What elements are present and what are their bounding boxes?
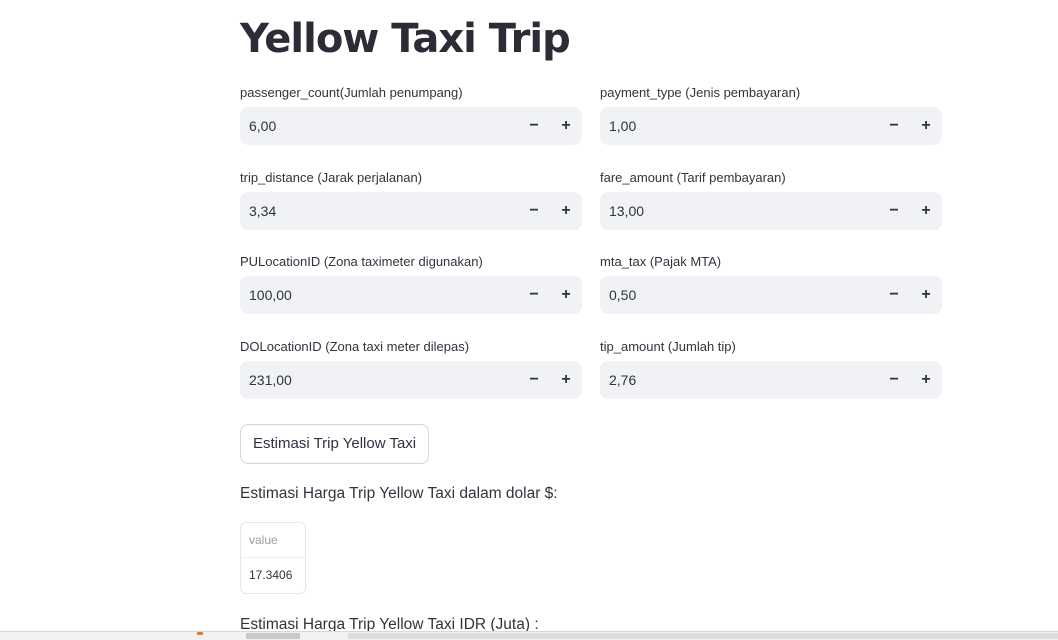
number-input-value[interactable]: 3,34: [240, 203, 518, 219]
increment-button[interactable]: +: [910, 361, 942, 399]
horizontal-scrollbar[interactable]: [0, 631, 1058, 640]
number-input-mta-tax[interactable]: 0,50 − +: [600, 276, 942, 314]
increment-button[interactable]: +: [910, 192, 942, 230]
increment-button[interactable]: +: [910, 276, 942, 314]
number-input-dolocationid[interactable]: 231,00 − +: [240, 360, 582, 399]
field-label: fare_amount (Tarif pembayaran): [600, 169, 786, 185]
field-passenger-count: passenger_count(Jumlah penumpang) 6,00 −…: [240, 85, 582, 170]
estimate-trip-button[interactable]: Estimasi Trip Yellow Taxi: [240, 424, 430, 464]
decrement-button[interactable]: −: [878, 361, 910, 399]
main-content: Yellow Taxi Trip passenger_count(Jumlah …: [240, 0, 942, 594]
decrement-button[interactable]: −: [878, 107, 910, 145]
number-input-value[interactable]: 13,00: [600, 203, 878, 219]
result-usd-label: Estimasi Harga Trip Yellow Taxi dalam do…: [240, 485, 558, 502]
field-label: DOLocationID (Zona taxi meter dilepas): [240, 338, 470, 354]
dataframe-column-header[interactable]: value: [241, 523, 305, 558]
number-input-trip-distance[interactable]: 3,34 − +: [240, 191, 582, 230]
result-dataframe[interactable]: value 17.3406: [240, 522, 306, 594]
number-input-value[interactable]: 231,00: [240, 372, 518, 388]
number-input-passenger-count[interactable]: 6,00 − +: [240, 107, 582, 145]
decrement-button[interactable]: −: [878, 192, 910, 230]
page-title: Yellow Taxi Trip: [240, 16, 571, 62]
field-dolocationid: DOLocationID (Zona taxi meter dilepas) 2…: [240, 339, 582, 424]
scrollbar-track-segment: [348, 633, 1058, 639]
taskbar-marker-icon: [197, 632, 203, 635]
decrement-button[interactable]: −: [878, 276, 910, 314]
number-input-value[interactable]: 0,50: [600, 287, 878, 303]
app-page: Yellow Taxi Trip passenger_count(Jumlah …: [0, 0, 1058, 640]
field-label: mta_tax (Pajak MTA): [600, 254, 722, 269]
field-payment-type: payment_type (Jenis pembayaran) 1,00 − +: [600, 85, 942, 170]
field-fare-amount: fare_amount (Tarif pembayaran) 13,00 − +: [600, 170, 942, 255]
increment-button[interactable]: +: [550, 192, 582, 230]
increment-button[interactable]: +: [550, 361, 582, 399]
increment-button[interactable]: +: [550, 107, 582, 145]
number-input-pulocationid[interactable]: 100,00 − +: [240, 276, 582, 314]
field-label: trip_distance (Jarak perjalanan): [240, 169, 423, 185]
increment-button[interactable]: +: [550, 276, 582, 314]
field-pulocationid: PULocationID (Zona taximeter digunakan) …: [240, 254, 582, 339]
input-grid: passenger_count(Jumlah penumpang) 6,00 −…: [240, 85, 942, 423]
scrollbar-thumb[interactable]: [246, 633, 300, 639]
field-label: PULocationID (Zona taximeter digunakan): [240, 254, 483, 269]
increment-button[interactable]: +: [910, 107, 942, 145]
field-trip-distance: trip_distance (Jarak perjalanan) 3,34 − …: [240, 170, 582, 255]
field-label: payment_type (Jenis pembayaran): [600, 85, 801, 100]
field-label: tip_amount (Jumlah tip): [600, 338, 736, 354]
decrement-button[interactable]: −: [518, 192, 550, 230]
decrement-button[interactable]: −: [518, 276, 550, 314]
decrement-button[interactable]: −: [518, 107, 550, 145]
field-label: passenger_count(Jumlah penumpang): [240, 85, 463, 100]
number-input-fare-amount[interactable]: 13,00 − +: [600, 191, 942, 230]
number-input-value[interactable]: 2,76: [600, 372, 878, 388]
decrement-button[interactable]: −: [518, 361, 550, 399]
number-input-payment-type[interactable]: 1,00 − +: [600, 107, 942, 145]
number-input-tip-amount[interactable]: 2,76 − +: [600, 360, 942, 399]
dataframe-cell[interactable]: 17.3406: [241, 558, 305, 593]
number-input-value[interactable]: 100,00: [240, 287, 518, 303]
field-tip-amount: tip_amount (Jumlah tip) 2,76 − +: [600, 339, 942, 424]
field-mta-tax: mta_tax (Pajak MTA) 0,50 − +: [600, 254, 942, 339]
number-input-value[interactable]: 1,00: [600, 118, 878, 134]
number-input-value[interactable]: 6,00: [240, 118, 518, 134]
